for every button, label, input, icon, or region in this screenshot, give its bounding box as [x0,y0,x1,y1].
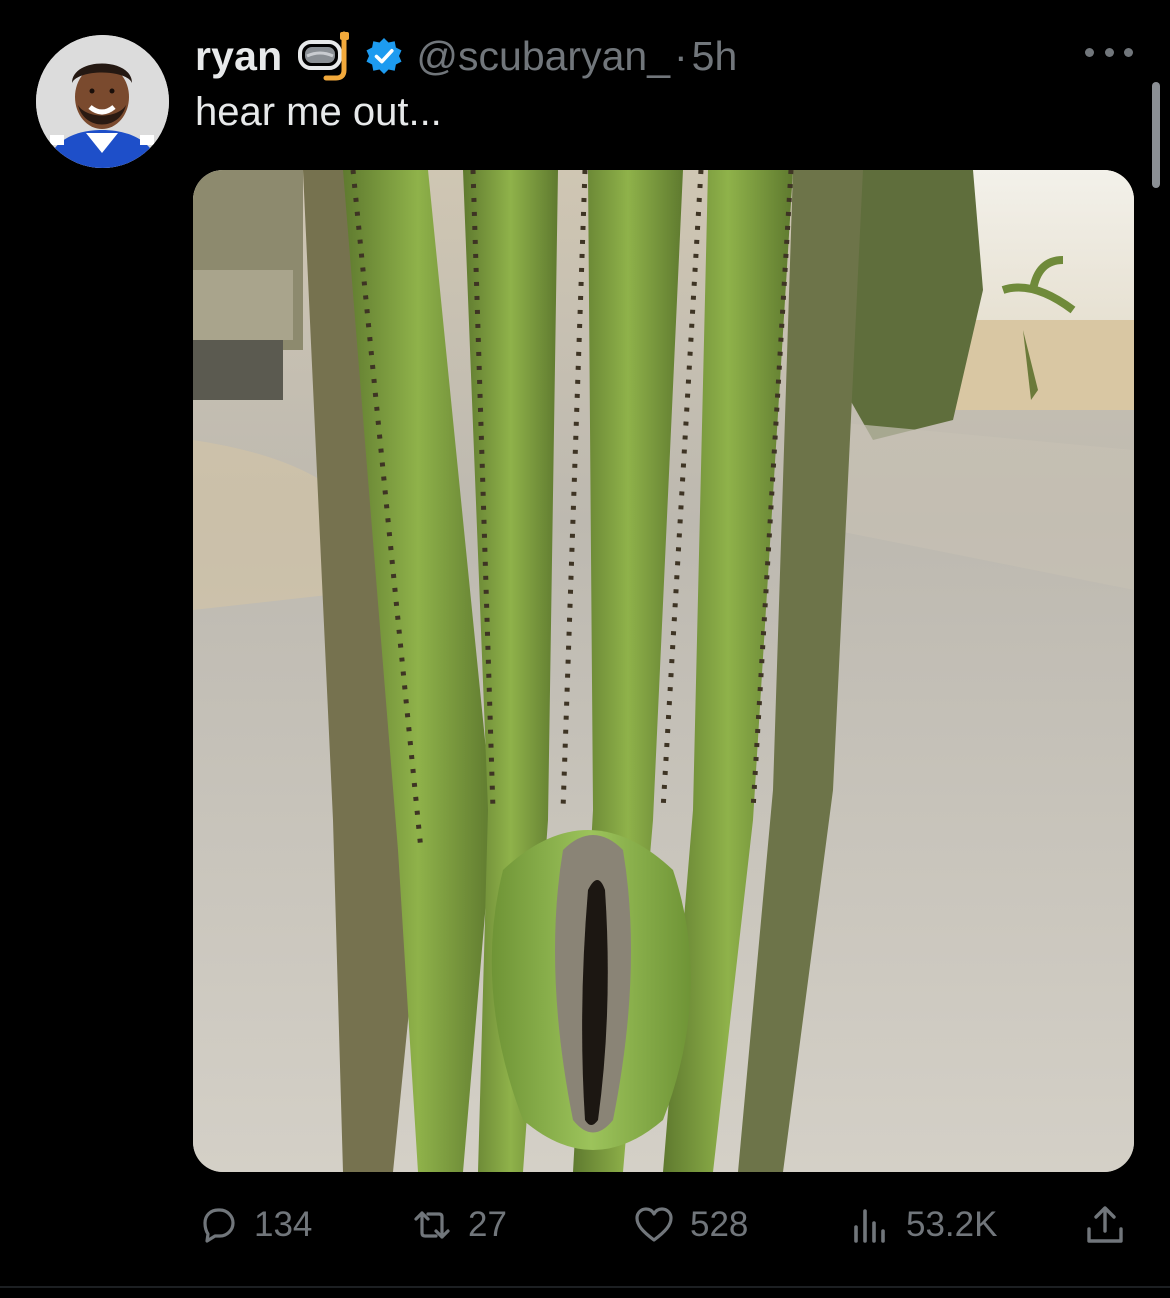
retweet-icon [414,1211,450,1239]
views-icon [854,1209,885,1243]
tweet-header: ryan @scubaryan_ · 5h [195,30,737,82]
scrollbar[interactable] [1152,82,1160,188]
separator-dot: · [674,32,688,79]
reply-button[interactable]: 134 [196,1195,312,1255]
retweet-count: 27 [468,1205,507,1244]
tweet: ryan @scubaryan_ · 5h hear me out... 134… [0,0,1170,1298]
avatar[interactable] [36,35,169,168]
verified-badge-icon[interactable] [364,36,404,76]
like-button[interactable]: 528 [632,1195,748,1255]
display-name[interactable]: ryan [195,33,282,80]
divider [0,1286,1170,1288]
like-count: 528 [690,1205,749,1244]
share-icon [1087,1206,1123,1243]
retweet-button[interactable]: 27 [410,1195,507,1255]
action-bar: 134 27 528 53.2K [0,1195,1170,1255]
heart-icon [635,1207,673,1242]
timestamp[interactable]: 5h [692,33,738,80]
views-count: 53.2K [906,1205,998,1244]
tweet-text: hear me out... [195,90,442,134]
snorkel-mask-emoji [296,30,354,82]
tweet-photo[interactable] [193,170,1134,1172]
reply-count: 134 [254,1205,313,1244]
handle[interactable]: @scubaryan_ [416,33,670,80]
views-button[interactable]: 53.2K [848,1195,997,1255]
share-button[interactable] [1083,1195,1127,1255]
more-options-icon[interactable] [1085,40,1133,64]
reply-icon [203,1208,235,1243]
